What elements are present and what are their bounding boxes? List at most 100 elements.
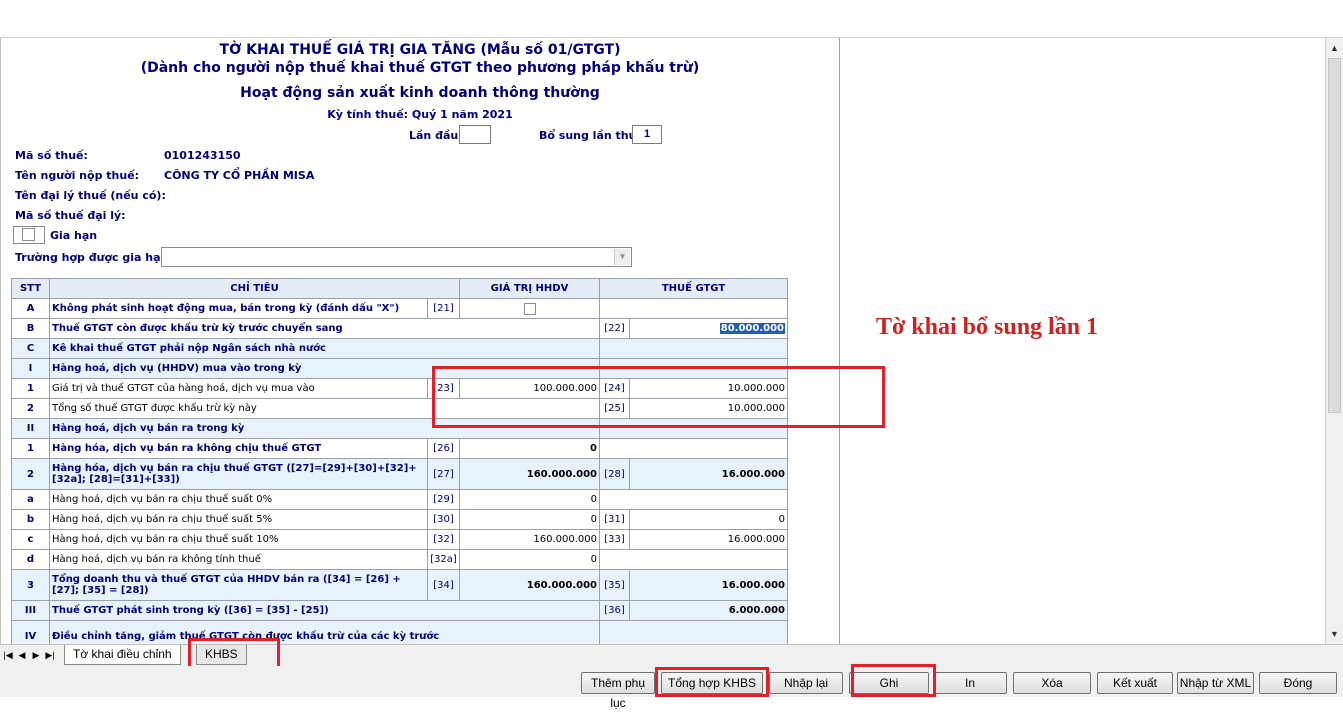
- row-vat-empty: [599, 489, 788, 510]
- row-stt: A: [11, 298, 50, 319]
- row-code-vat: [22]: [599, 318, 630, 339]
- row-code-value: [32a]: [427, 549, 460, 570]
- row-goods-value[interactable]: 0: [459, 489, 600, 510]
- row-goods-value[interactable]: 160.000.000: [459, 458, 600, 490]
- row-goods-value[interactable]: 0: [459, 549, 600, 570]
- tab-adjustment-declaration[interactable]: Tờ khai điều chỉnh: [64, 645, 181, 665]
- row-description: Hàng hoá, dịch vụ bán ra chịu thuế suất …: [49, 489, 428, 510]
- tax-form-table: STT CHỈ TIÊU GIÁ TRỊ HHDV THUẾ GTGT A Khô…: [11, 278, 788, 644]
- row-description: Kê khai thuế GTGT phải nộp Ngân sách nhà…: [49, 338, 600, 359]
- scroll-up-icon[interactable]: ▲: [1327, 40, 1342, 56]
- extension-checkbox-cell: [13, 226, 45, 244]
- extension-checkbox[interactable]: [22, 228, 35, 241]
- form-title: TỜ KHAI THUẾ GIÁ TRỊ GIA TĂNG (Mẫu số 01…: [219, 42, 621, 58]
- row-vat-empty: [599, 549, 788, 570]
- row-description: Tổng doanh thu và thuế GTGT của HHDV bán…: [49, 569, 428, 601]
- row-vat-value[interactable]: 0: [629, 509, 788, 530]
- header-goods-value: GIÁ TRỊ HHDV: [459, 278, 600, 299]
- no-activity-checkbox[interactable]: [523, 302, 536, 315]
- export-button[interactable]: Kết xuất: [1097, 672, 1173, 694]
- row-stt: 1: [11, 378, 50, 399]
- row-stt: 2: [11, 398, 50, 419]
- row-stt: IV: [11, 620, 50, 644]
- row-vat-value[interactable]: 16.000.000: [629, 529, 788, 550]
- row-stt: C: [11, 338, 50, 359]
- row-description: Giá trị và thuế GTGT của hàng hoá, dịch …: [49, 378, 428, 399]
- row-code-vat: [36]: [599, 600, 630, 621]
- row-stt: B: [11, 318, 50, 339]
- row-vat-empty: [599, 438, 788, 459]
- table-row: B Thuế GTGT còn được khấu trừ kỳ trước ch…: [11, 318, 788, 339]
- selected-value[interactable]: 80.000.000: [719, 323, 785, 334]
- row-vat-value[interactable]: 16.000.000: [629, 458, 788, 490]
- row-description: Thuế GTGT còn được khấu trừ kỳ trước chu…: [49, 318, 600, 339]
- table-row: d Hàng hoá, dịch vụ bán ra không tính thu…: [11, 549, 788, 570]
- close-button[interactable]: Đóng: [1259, 672, 1337, 694]
- first-time-label: Lần đầu:: [409, 129, 463, 142]
- supplement-number-field[interactable]: 1: [632, 125, 662, 144]
- table-row: b Hàng hoá, dịch vụ bán ra chịu thuế suất…: [11, 509, 788, 530]
- table-row: c Hàng hoá, dịch vụ bán ra chịu thuế suất…: [11, 529, 788, 550]
- row-stt: d: [11, 549, 50, 570]
- table-row: A Không phát sinh hoạt động mua, bán tron…: [11, 298, 788, 319]
- print-button[interactable]: In: [933, 672, 1007, 694]
- row-goods-value[interactable]: 160.000.000: [459, 529, 600, 550]
- row-code-vat: [28]: [599, 458, 630, 490]
- import-xml-button[interactable]: Nhập từ XML: [1177, 672, 1254, 694]
- scroll-thumb[interactable]: [1328, 58, 1341, 413]
- tax-period: Kỳ tính thuế: Quý 1 năm 2021: [327, 108, 513, 121]
- top-toolbar-area: [0, 0, 1343, 38]
- row-code-value: [34]: [427, 569, 460, 601]
- vertical-scrollbar[interactable]: ▲ ▼: [1325, 38, 1343, 644]
- header-description: CHỈ TIÊU: [49, 278, 460, 299]
- table-row: 3 Tổng doanh thu và thuế GTGT của HHDV bá…: [11, 569, 788, 601]
- row-description: Hàng hóa, dịch vụ bán ra chịu thuế GTGT …: [49, 458, 428, 490]
- row-vat-value[interactable]: 16.000.000: [629, 569, 788, 601]
- add-appendix-button[interactable]: Thêm phụ lục: [581, 672, 655, 710]
- chevron-down-icon[interactable]: ▼: [614, 249, 630, 265]
- row-stt: a: [11, 489, 50, 510]
- row-description: Thuế GTGT phát sinh trong kỳ ([36] = [35…: [49, 600, 600, 621]
- first-sheet-icon[interactable]: |◀: [2, 648, 14, 662]
- agent-label: Tên đại lý thuế (nếu có):: [15, 189, 166, 202]
- delete-button[interactable]: Xóa: [1013, 672, 1091, 694]
- row-code-vat: [33]: [599, 529, 630, 550]
- prev-sheet-icon[interactable]: ◀: [16, 648, 28, 662]
- table-row: III Thuế GTGT phát sinh trong kỳ ([36] = …: [11, 600, 788, 621]
- row-description: Điều chỉnh tăng, giảm thuế GTGT còn được…: [49, 620, 600, 644]
- supplement-label: Bổ sung lần thứ:: [539, 129, 641, 142]
- extension-case-select[interactable]: ▼: [161, 247, 632, 267]
- taxpayer-value: CÔNG TY CỔ PHẦN MISA: [164, 169, 315, 182]
- row-code-value: [27]: [427, 458, 460, 490]
- agent-code-label: Mã số thuế đại lý:: [15, 209, 126, 222]
- last-sheet-icon[interactable]: ▶|: [44, 648, 56, 662]
- extension-label: Gia hạn: [50, 229, 98, 242]
- table-row: a Hàng hoá, dịch vụ bán ra chịu thuế suất…: [11, 489, 788, 510]
- row-description: Không phát sinh hoạt động mua, bán trong…: [49, 298, 428, 319]
- row-vat-value[interactable]: 80.000.000: [629, 318, 788, 339]
- row-stt: 1: [11, 438, 50, 459]
- row-code-vat: [35]: [599, 569, 630, 601]
- row-goods-value[interactable]: 160.000.000: [459, 569, 600, 601]
- header-stt: STT: [11, 278, 50, 299]
- row-vat-value[interactable]: 6.000.000: [629, 600, 788, 621]
- table-row: IV Điều chỉnh tăng, giảm thuế GTGT còn đư…: [11, 620, 788, 644]
- reenter-button[interactable]: Nhập lại: [769, 672, 843, 694]
- row-stt: 2: [11, 458, 50, 490]
- row-goods-value[interactable]: 0: [459, 509, 600, 530]
- first-time-field[interactable]: [459, 125, 491, 144]
- tax-code-label: Mã số thuế:: [15, 149, 88, 162]
- sheet-divider: [839, 38, 840, 644]
- row-vat-empty: [599, 620, 788, 644]
- row-goods-value[interactable]: 0: [459, 438, 600, 459]
- row-description: Hàng hóa, dịch vụ bán ra không chịu thuế…: [49, 438, 428, 459]
- row-description: Hàng hoá, dịch vụ bán ra chịu thuế suất …: [49, 509, 428, 530]
- row-stt: II: [11, 418, 50, 439]
- extension-case-label: Trường hợp được gia hạn:: [15, 251, 173, 264]
- scroll-down-icon[interactable]: ▼: [1327, 626, 1342, 642]
- row-code-value: [30]: [427, 509, 460, 530]
- next-sheet-icon[interactable]: ▶: [30, 648, 42, 662]
- no-activity-checkbox-cell[interactable]: [459, 298, 600, 319]
- row-code-value: [29]: [427, 489, 460, 510]
- highlight-purchases-box: [432, 366, 885, 428]
